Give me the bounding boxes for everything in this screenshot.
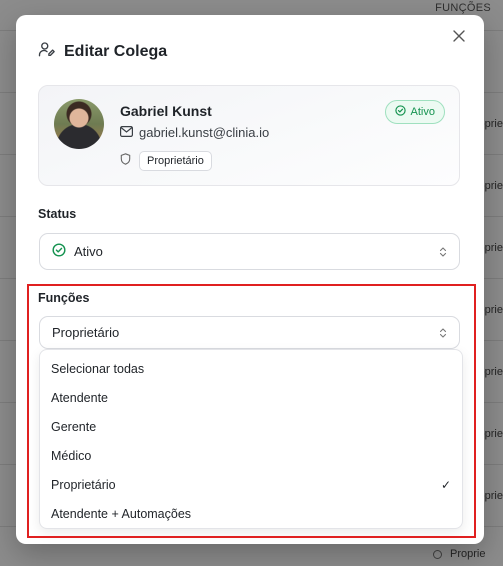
option-label: Atendente [51,390,108,405]
status-badge-label: Ativo [410,106,435,118]
functions-select[interactable]: Proprietário [39,316,460,349]
option-label: Atendente + Automações [51,506,192,521]
option-atendente-automacoes[interactable]: Atendente + Automações [40,499,462,528]
check-circle-icon [394,105,406,119]
email-row: gabriel.kunst@clinia.io [120,125,269,140]
option-label: Médico [51,448,92,463]
profile-name: Gabriel Kunst [120,103,212,119]
status-badge: Ativo [384,100,445,124]
mail-icon [120,125,134,140]
option-label: Proprietário [51,477,116,492]
status-label: Status [38,207,77,221]
check-icon: ✓ [440,477,451,492]
role-chip: Proprietário [139,151,212,171]
modal-header: Editar Colega [38,40,167,63]
option-atendente[interactable]: Atendente [40,383,462,412]
shield-icon [120,152,131,170]
modal-title: Editar Colega [64,42,168,60]
role-row: Proprietário [120,151,212,171]
status-select[interactable]: Ativo [39,233,460,270]
option-label: Selecionar todas [51,361,145,376]
option-gerente[interactable]: Gerente [40,412,462,441]
avatar [54,99,104,149]
check-circle-icon [52,243,66,260]
option-select-all[interactable]: Selecionar todas [40,354,462,383]
close-button[interactable] [450,29,468,47]
option-proprietario[interactable]: Proprietário ✓ [40,470,462,499]
profile-card: Gabriel Kunst gabriel.kunst@clinia.io Pr… [38,85,460,186]
close-icon [453,29,465,47]
user-edit-icon [38,40,56,63]
option-medico[interactable]: Médico [40,441,462,470]
status-select-value: Ativo [74,244,103,259]
option-label: Gerente [51,419,97,434]
chevron-up-down-icon [439,246,447,257]
functions-label: Funções [38,291,90,305]
functions-dropdown: Selecionar todas Atendente Gerente Médic… [39,349,463,529]
functions-select-value: Proprietário [52,325,120,340]
chevron-up-down-icon [439,327,447,338]
profile-email: gabriel.kunst@clinia.io [139,125,270,140]
